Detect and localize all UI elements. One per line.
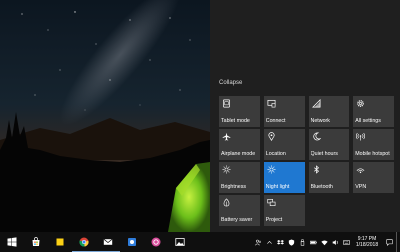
quiet-hours-tile[interactable]: Quiet hours [308,129,350,160]
people-icon[interactable] [253,232,264,252]
tile-label: Battery saver [221,217,253,223]
quick-actions-grid: Tablet mode Connect Network All settings [219,96,395,226]
keyboard-icon[interactable] [341,232,352,252]
brightness-icon [222,165,231,174]
location-icon [267,132,276,141]
security-icon[interactable] [286,232,297,252]
usb-icon[interactable] [297,232,308,252]
sticky-notes-icon [55,237,65,247]
chrome-icon [79,237,89,247]
tile-label: VPN [355,184,367,190]
network-icon [311,99,321,108]
clock-date: 1/18/2018 [355,242,379,248]
connect-tile[interactable]: Connect [263,96,305,127]
show-desktop-button[interactable] [396,232,400,252]
wifi-icon[interactable] [319,232,330,252]
tile-label: Quiet hours [310,151,338,157]
mobile-hotspot-tile[interactable]: Mobile hotspot [353,129,394,160]
battery-saver-icon [222,198,231,207]
app-button[interactable] [120,232,144,252]
collapse-link[interactable]: Collapse [219,80,242,86]
vpn-icon [356,165,365,174]
notification-icon [385,238,393,246]
start-icon [7,237,17,247]
airplane-icon [222,132,231,141]
bluetooth-tile[interactable]: Bluetooth [308,162,350,193]
network-tile[interactable]: Network [308,96,350,127]
action-center-button[interactable] [382,232,396,252]
battery-saver-tile[interactable]: Battery saver [219,195,260,226]
all-settings-tile[interactable]: All settings [353,96,394,127]
tile-label: Connect [265,118,286,124]
app-icon [127,237,137,247]
tablet-mode-icon [222,99,231,108]
photos-icon [175,237,185,247]
tile-label: Airplane mode [221,151,256,157]
taskbar-apps [0,232,192,252]
tile-label: Brightness [221,184,247,190]
skype-icon [151,237,161,247]
tile-label: Location [265,151,286,157]
moon-icon [312,132,321,141]
brightness-tile[interactable]: Brightness [219,162,260,193]
bluetooth-icon [312,165,321,174]
action-center: Collapse Tablet mode Connect Network All [210,0,400,232]
battery-icon[interactable] [308,232,319,252]
sticky-notes-button[interactable] [48,232,72,252]
mail-button[interactable] [96,232,120,252]
photos-button[interactable] [168,232,192,252]
settings-icon [356,99,365,108]
tile-label: Mobile hotspot [355,151,390,157]
connect-icon [267,99,276,108]
tile-label: Night light [265,184,290,190]
tile-label: All settings [355,118,381,124]
airplane-mode-tile[interactable]: Airplane mode [219,129,260,160]
vpn-tile[interactable]: VPN [353,162,394,193]
tablet-mode-tile[interactable]: Tablet mode [219,96,260,127]
tile-label: Bluetooth [310,184,333,190]
tile-label: Tablet mode [221,118,250,124]
dropbox-icon[interactable] [275,232,286,252]
chevron-up-icon[interactable] [264,232,275,252]
hotspot-icon [356,132,366,141]
tile-label: Network [310,118,330,124]
skype-button[interactable] [144,232,168,252]
night-light-icon [267,165,276,174]
volume-icon[interactable] [330,232,341,252]
mail-icon [103,237,113,247]
store-button[interactable] [24,232,48,252]
tile-label: Project [265,217,283,223]
project-icon [267,198,276,207]
chrome-button[interactable] [72,232,96,252]
store-icon [31,237,41,247]
project-tile[interactable]: Project [263,195,305,226]
taskbar: 9:17 PM 1/18/2018 [0,232,400,252]
night-light-tile[interactable]: Night light [263,162,305,193]
location-tile[interactable]: Location [263,129,305,160]
start-button[interactable] [0,232,24,252]
taskbar-clock[interactable]: 9:17 PM 1/18/2018 [352,232,382,252]
system-tray: 9:17 PM 1/18/2018 [253,232,400,252]
